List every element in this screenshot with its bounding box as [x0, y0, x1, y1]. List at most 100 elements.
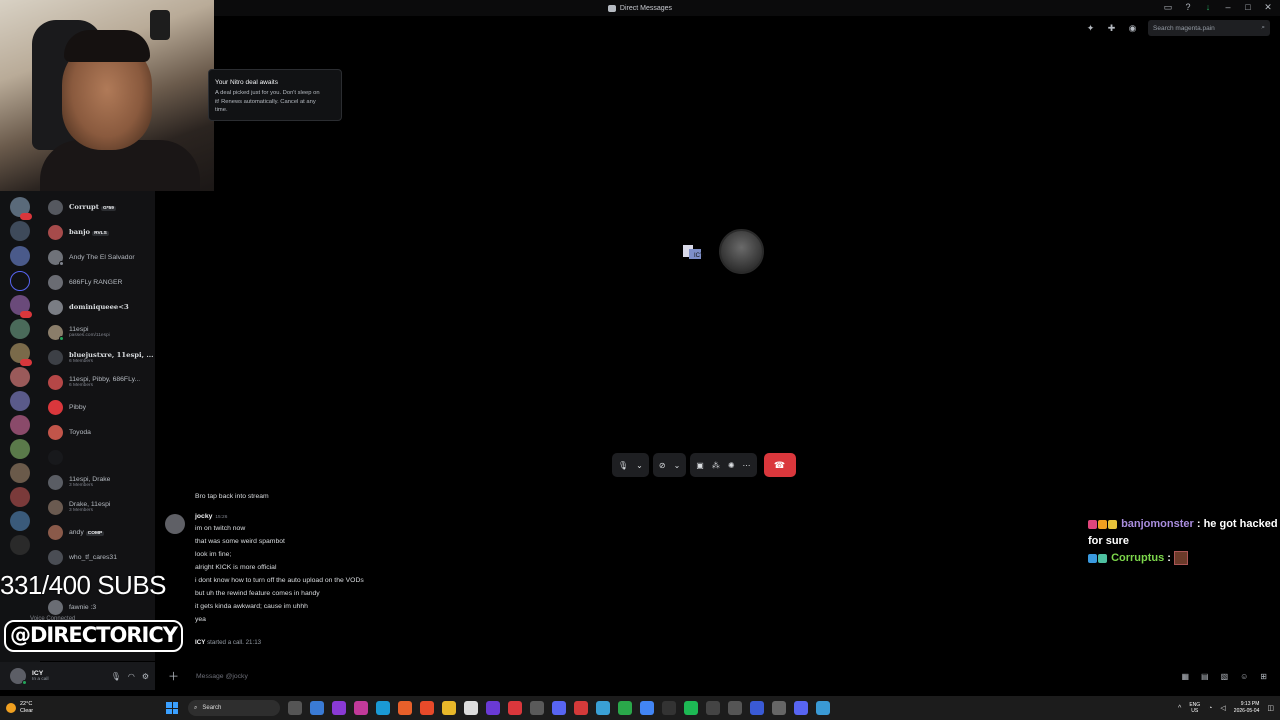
- app-icon[interactable]: [750, 701, 764, 715]
- task-view-icon[interactable]: [288, 701, 302, 715]
- apps-icon[interactable]: ⊞: [1260, 672, 1267, 681]
- download-icon[interactable]: ↓: [1202, 2, 1214, 13]
- nitro-promo-popup[interactable]: Your Nitro deal awaits A deal picked jus…: [208, 69, 342, 121]
- copilot-icon[interactable]: [310, 701, 324, 715]
- chrome-icon[interactable]: [640, 701, 654, 715]
- search-input[interactable]: Search magenta.pain ⌕: [1148, 20, 1270, 36]
- app-icon[interactable]: [728, 701, 742, 715]
- obs-icon[interactable]: [662, 701, 676, 715]
- close-button[interactable]: ✕: [1262, 2, 1274, 13]
- chevron-down-icon[interactable]: ⌄: [636, 461, 643, 470]
- headset-icon[interactable]: ◠: [128, 672, 135, 681]
- weather-widget[interactable]: 22°C Clear: [6, 701, 166, 715]
- dm-item[interactable]: andy COMP: [48, 521, 154, 543]
- screen-share-icon[interactable]: ▣: [696, 461, 704, 470]
- server-folder-icon[interactable]: [10, 271, 30, 291]
- dm-item[interactable]: dominiqueee<3: [48, 296, 154, 318]
- camera-control[interactable]: ⊘ ⌄: [652, 453, 687, 477]
- dm-item[interactable]: bluejustxre, 11espi, ... 6 Members: [48, 346, 154, 368]
- participant-avatar-small[interactable]: ICY: [680, 243, 704, 261]
- start-button[interactable]: [166, 702, 178, 714]
- notification-icon[interactable]: ◫: [1267, 704, 1274, 712]
- gear-icon[interactable]: ⚙: [142, 672, 149, 681]
- message-input[interactable]: Message @jocky: [196, 673, 248, 680]
- activities-icon[interactable]: ⁂: [712, 461, 720, 470]
- server-icon[interactable]: [10, 221, 30, 241]
- author-avatar[interactable]: [165, 514, 185, 534]
- dm-item[interactable]: who_tf_cares31: [48, 546, 154, 568]
- brave-icon[interactable]: [420, 701, 434, 715]
- maximize-button[interactable]: □: [1242, 2, 1254, 13]
- app-icon[interactable]: [772, 701, 786, 715]
- app-icon[interactable]: [508, 701, 522, 715]
- dm-item[interactable]: 11espi passes.com/11espi: [48, 321, 154, 343]
- profile-icon[interactable]: ◉: [1127, 23, 1138, 34]
- edge-icon[interactable]: [376, 701, 390, 715]
- server-icon[interactable]: [10, 246, 30, 266]
- spotify-icon[interactable]: [684, 701, 698, 715]
- server-icon[interactable]: [10, 367, 30, 387]
- dm-item[interactable]: Toyoda: [48, 421, 154, 443]
- dm-item[interactable]: [48, 446, 154, 468]
- soundboard-icon[interactable]: ✺: [728, 461, 735, 470]
- mic-control[interactable]: 🎙 ⌄: [612, 453, 649, 477]
- app-icon[interactable]: [530, 701, 544, 715]
- chevron-down-icon[interactable]: ⌄: [674, 461, 681, 470]
- firefox-icon[interactable]: [398, 701, 412, 715]
- server-icon[interactable]: [10, 439, 30, 459]
- add-friend-icon[interactable]: ✚: [1106, 23, 1117, 34]
- dm-item[interactable]: 11espi, Pibby, 686FLy... 6 Members: [48, 371, 154, 393]
- gift-icon[interactable]: ▦: [1181, 672, 1189, 681]
- user-info[interactable]: ICY In a call: [32, 670, 49, 682]
- language-indicator[interactable]: ENG US: [1189, 702, 1200, 714]
- server-icon[interactable]: [10, 463, 30, 483]
- server-icon[interactable]: [10, 391, 30, 411]
- more-options-icon[interactable]: ⋯: [743, 461, 751, 470]
- inbox-icon[interactable]: ▭: [1162, 2, 1174, 13]
- volume-icon[interactable]: ◁: [1220, 704, 1225, 712]
- app-icon[interactable]: [486, 701, 500, 715]
- server-icon[interactable]: [10, 535, 30, 555]
- microphone-icon[interactable]: 🎙: [618, 461, 628, 470]
- app-icon[interactable]: [706, 701, 720, 715]
- app-icon[interactable]: [354, 701, 368, 715]
- user-avatar[interactable]: [10, 668, 27, 685]
- disconnect-button[interactable]: ☎: [763, 453, 796, 477]
- dm-item[interactable]: Pibby: [48, 396, 154, 418]
- notepad-icon[interactable]: [464, 701, 478, 715]
- camera-off-icon[interactable]: ⊘: [659, 461, 666, 470]
- minimize-button[interactable]: –: [1222, 2, 1234, 13]
- server-icon[interactable]: [10, 415, 30, 435]
- message-author[interactable]: jocky 15:26: [195, 513, 227, 520]
- discord-icon[interactable]: [552, 701, 566, 715]
- app-icon[interactable]: [332, 701, 346, 715]
- dm-item[interactable]: 11espi, Drake 3 Members: [48, 471, 154, 493]
- dm-item[interactable]: Drake, 11espi 3 Members: [48, 496, 154, 518]
- sticker-icon[interactable]: ▧: [1221, 672, 1229, 681]
- file-explorer-icon[interactable]: [442, 701, 456, 715]
- app-icon[interactable]: [618, 701, 632, 715]
- author-name[interactable]: jocky: [195, 513, 212, 520]
- help-icon[interactable]: ?: [1182, 2, 1194, 13]
- server-icon[interactable]: [10, 319, 30, 339]
- microphone-icon[interactable]: 🎙: [111, 672, 121, 681]
- opera-icon[interactable]: [574, 701, 588, 715]
- server-icon[interactable]: [10, 511, 30, 531]
- taskbar-search[interactable]: ⌕ Search: [188, 700, 280, 716]
- dm-item[interactable]: Corrupt G*59: [48, 196, 154, 218]
- clock[interactable]: 9:13 PM 2026-05-04: [1234, 701, 1260, 715]
- dm-item[interactable]: 686FLy RANGER: [48, 271, 154, 293]
- dm-item[interactable]: banjo RVLS: [48, 221, 154, 243]
- app-icon[interactable]: [794, 701, 808, 715]
- participant-avatar-large[interactable]: [719, 229, 764, 274]
- gif-icon[interactable]: ▤: [1201, 672, 1209, 681]
- server-icon[interactable]: [10, 487, 30, 507]
- app-icon[interactable]: [596, 701, 610, 715]
- add-attachment-icon[interactable]: ＋: [168, 668, 182, 684]
- wifi-icon[interactable]: ◔: [1208, 705, 1212, 712]
- emoji-icon[interactable]: ☺: [1240, 672, 1248, 681]
- app-icon[interactable]: [816, 701, 830, 715]
- dm-item[interactable]: Andy The El Salvador: [48, 246, 154, 268]
- tray-arrow-icon[interactable]: ^: [1178, 705, 1181, 712]
- pin-icon[interactable]: ✦: [1085, 23, 1096, 34]
